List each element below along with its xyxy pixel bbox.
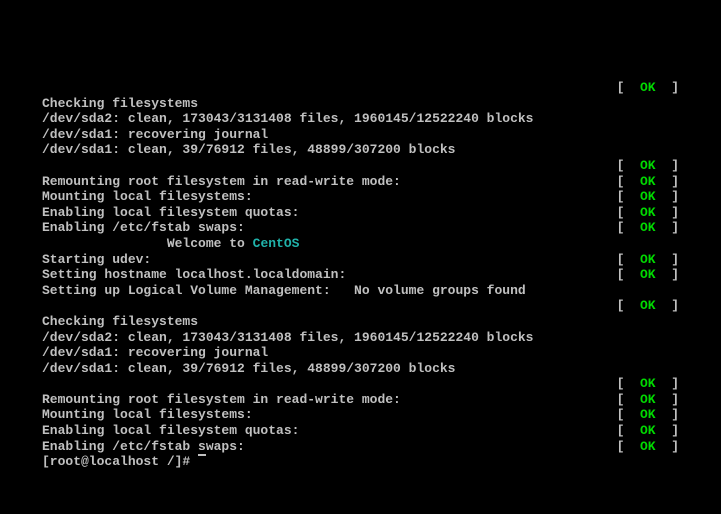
terminal-line: Remounting root filesystem in read-write… [42,392,679,408]
boot-message: Enabling local filesystem quotas: [42,423,299,439]
terminal-line: /dev/sda1: recovering journal [42,127,679,143]
terminal-line: /dev/sda1: clean, 39/76912 files, 48899/… [42,361,679,377]
terminal-line: /dev/sda2: clean, 173043/3131408 files, … [42,111,679,127]
os-name: CentOS [253,236,300,252]
boot-message: Mounting local filesystems: [42,407,253,423]
boot-message: /dev/sda2: clean, 173043/3131408 files, … [42,111,533,127]
terminal-line: Mounting local filesystems: [ OK ] [42,189,679,205]
terminal-line: Enabling local filesystem quotas: [ OK ] [42,205,679,221]
status-ok: [ OK ] [617,174,679,190]
terminal-line: [ OK ] [42,80,679,96]
status-ok: [ OK ] [617,392,679,408]
terminal-line: /dev/sda1: recovering journal [42,345,679,361]
terminal-line: Remounting root filesystem in read-write… [42,174,679,190]
boot-message: Enabling /etc/fstab swaps: [42,220,245,236]
terminal-line: Enabling local filesystem quotas: [ OK ] [42,423,679,439]
boot-message: Enabling local filesystem quotas: [42,205,299,221]
terminal-line: [ OK ] [42,376,679,392]
terminal-line: /dev/sda2: clean, 173043/3131408 files, … [42,330,679,346]
terminal-line: Welcome to CentOS [42,236,679,252]
status-ok: [ OK ] [617,189,679,205]
terminal-line: Starting udev: [ OK ] [42,252,679,268]
status-ok: [ OK ] [617,423,679,439]
terminal-line: [ OK ] [42,298,679,314]
status-ok: [ OK ] [617,376,679,392]
boot-message: Checking filesystems [42,96,198,112]
boot-message: /dev/sda1: clean, 39/76912 files, 48899/… [42,361,455,377]
terminal-line: Checking filesystems [42,314,679,330]
status-ok: [ OK ] [617,80,679,96]
status-ok: [ OK ] [617,220,679,236]
terminal-line: Checking filesystems [42,96,679,112]
status-ok: [ OK ] [617,439,679,455]
terminal-line: Enabling /etc/fstab swaps: [ OK ] [42,220,679,236]
status-ok: [ OK ] [617,158,679,174]
terminal-output: [ OK ] Checking filesystems/dev/sda2: cle… [42,80,679,470]
shell-prompt[interactable]: [root@localhost /]# [42,454,198,470]
status-ok: [ OK ] [617,407,679,423]
boot-message: Remounting root filesystem in read-write… [42,174,401,190]
welcome-text: Welcome to [42,236,253,252]
boot-message: Checking filesystems [42,314,198,330]
terminal-line: Setting hostname localhost.localdomain: [… [42,267,679,283]
boot-message: /dev/sda2: clean, 173043/3131408 files, … [42,330,533,346]
boot-message: /dev/sda1: clean, 39/76912 files, 48899/… [42,142,455,158]
status-ok: [ OK ] [617,252,679,268]
terminal-line: Mounting local filesystems: [ OK ] [42,407,679,423]
status-ok: [ OK ] [617,205,679,221]
boot-message: Enabling /etc/fstab swaps: [42,439,245,455]
boot-message: /dev/sda1: recovering journal [42,345,268,361]
status-ok: [ OK ] [617,267,679,283]
terminal-line: [root@localhost /]# [42,454,679,470]
terminal-line: [ OK ] [42,158,679,174]
terminal-line: Setting up Logical Volume Management: No… [42,283,679,299]
boot-message: Setting hostname localhost.localdomain: [42,267,346,283]
boot-message: Starting udev: [42,252,151,268]
boot-message: /dev/sda1: recovering journal [42,127,268,143]
boot-message: Remounting root filesystem in read-write… [42,392,401,408]
terminal-line: /dev/sda1: clean, 39/76912 files, 48899/… [42,142,679,158]
boot-message: Setting up Logical Volume Management: No… [42,283,526,299]
boot-message: Mounting local filesystems: [42,189,253,205]
status-ok: [ OK ] [617,298,679,314]
terminal-line: Enabling /etc/fstab swaps: [ OK ] [42,439,679,455]
cursor-icon [198,454,206,456]
